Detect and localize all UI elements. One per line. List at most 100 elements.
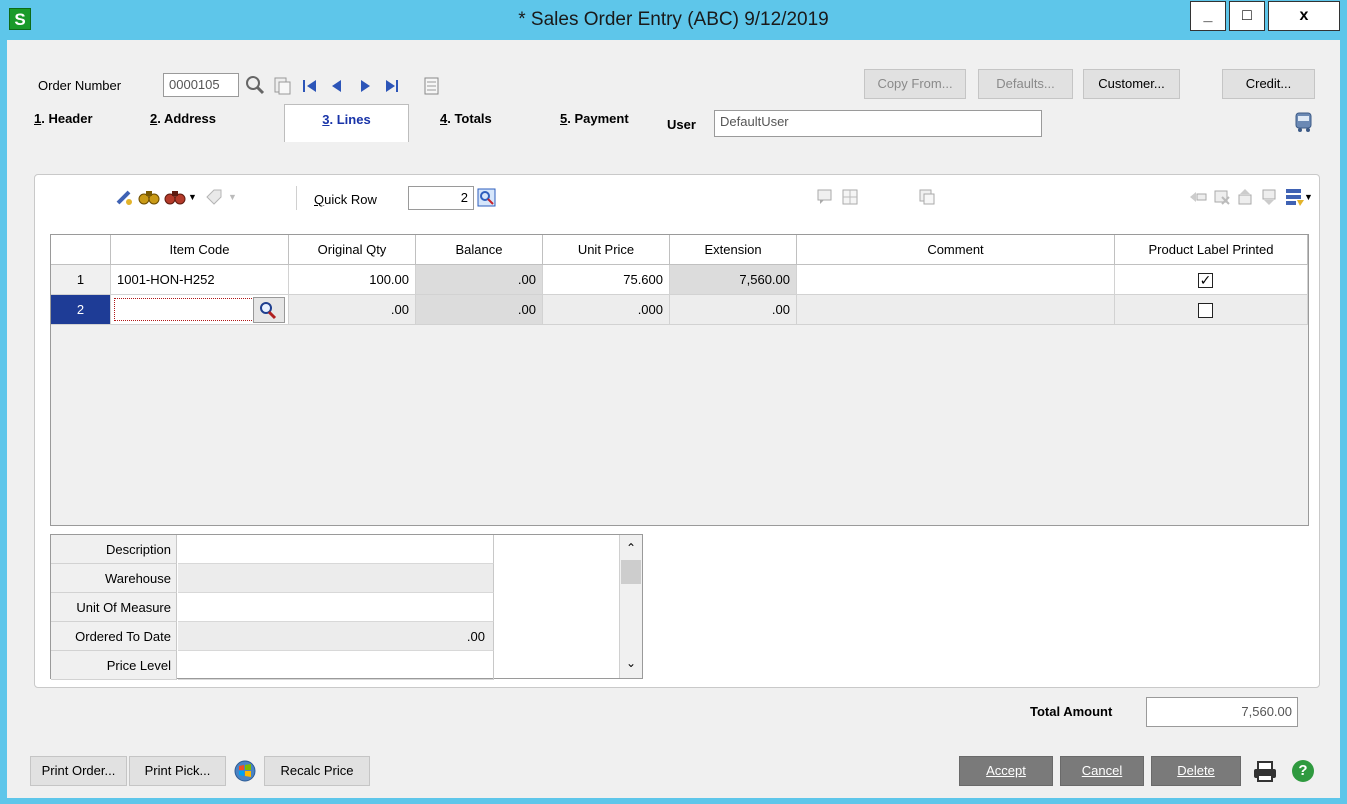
tab-totals[interactable]: 4. Totals [434, 104, 534, 134]
accept-button[interactable]: Accept [959, 756, 1053, 786]
customize-columns-icon[interactable] [1284, 186, 1306, 208]
column-header-comment[interactable]: Comment [797, 235, 1115, 265]
print-order-button[interactable]: Print Order... [30, 756, 127, 786]
help-icon[interactable]: ? [1292, 760, 1314, 782]
order-number-field[interactable]: 0000105 [163, 73, 239, 97]
title-bar [0, 0, 1347, 40]
price-level-label: Price Level [51, 651, 177, 680]
minimize-button[interactable]: _ [1190, 1, 1226, 31]
tab-header-label: . Header [41, 111, 93, 126]
customer-button[interactable]: Customer... [1083, 69, 1180, 99]
move-down-disabled-icon [1262, 189, 1276, 205]
check-icon: ✓ [1199, 272, 1212, 288]
copy-from-button[interactable]: Copy From... [864, 69, 966, 99]
price-level-value[interactable] [178, 651, 494, 680]
binoculars-red-icon[interactable] [164, 186, 186, 208]
minimize-icon: _ [1203, 7, 1213, 24]
binoculars-icon[interactable] [138, 186, 160, 208]
user-field[interactable]: DefaultUser [714, 110, 1042, 137]
unit-of-measure-value[interactable] [178, 593, 494, 622]
tab-lines-hotkey: 3 [322, 112, 330, 127]
windows-orb-icon[interactable] [233, 759, 257, 783]
column-header-balance[interactable]: Balance [416, 235, 543, 265]
ordered-to-date-label: Ordered To Date [51, 622, 177, 651]
unit-of-measure-label: Unit Of Measure [51, 593, 177, 622]
detail-scrollbar[interactable]: ⌃ ⌄ [619, 535, 642, 678]
label-printed-checkbox-checked[interactable]: ✓ [1198, 273, 1213, 288]
tab-lines-label: . Lines [329, 112, 371, 127]
label-printed-checkbox[interactable] [1198, 303, 1213, 318]
column-header-item-code[interactable]: Item Code [111, 235, 289, 265]
binoculars-dropdown-icon[interactable]: ▼ [188, 192, 197, 202]
delete-button[interactable]: Delete [1151, 756, 1241, 786]
first-record-icon[interactable] [302, 78, 318, 94]
accept-label: Accept [986, 763, 1026, 778]
item-code-input[interactable] [114, 298, 254, 321]
previous-record-icon[interactable] [329, 78, 345, 94]
row-number[interactable]: 1 [51, 265, 111, 295]
description-value[interactable] [178, 535, 494, 564]
notes-icon[interactable] [423, 76, 441, 96]
column-header-product-label-printed[interactable]: Product Label Printed [1115, 235, 1308, 265]
close-button[interactable]: x [1268, 1, 1340, 31]
user-label: User [667, 117, 696, 132]
credit-button[interactable]: Credit... [1222, 69, 1315, 99]
tab-totals-label: . Totals [447, 111, 492, 126]
comment-disabled-icon [817, 189, 832, 204]
tab-header[interactable]: 1. Header [28, 104, 132, 134]
column-header-extension[interactable]: Extension [670, 235, 797, 265]
extension-cell: 7,560.00 [670, 265, 797, 295]
unit-price-cell[interactable]: 75.600 [543, 265, 670, 295]
cancel-button[interactable]: Cancel [1060, 756, 1144, 786]
customize-dropdown-icon[interactable]: ▼ [1304, 192, 1313, 202]
delete-label: Delete [1177, 763, 1215, 778]
toolbar-separator [296, 186, 297, 210]
order-number-label: Order Number [38, 78, 122, 93]
tab-address[interactable]: 2. Address [144, 104, 269, 134]
item-code-cell[interactable]: 1001-HON-H252 [111, 265, 289, 295]
quick-row-field[interactable]: 2 [408, 186, 474, 210]
scroll-thumb[interactable] [621, 560, 641, 584]
tab-payment-label: . Payment [567, 111, 629, 126]
comment-cell[interactable] [797, 265, 1115, 295]
defaults-button[interactable]: Defaults... [978, 69, 1073, 99]
original-qty-cell[interactable]: .00 [289, 295, 416, 325]
unit-price-cell[interactable]: .000 [543, 295, 670, 325]
scroll-down-icon[interactable]: ⌄ [621, 654, 641, 676]
recalc-price-button[interactable]: Recalc Price [264, 756, 370, 786]
app-logo-icon[interactable]: S [9, 8, 31, 30]
search-icon[interactable] [244, 74, 266, 96]
maximize-button[interactable]: □ [1229, 1, 1265, 31]
total-amount-field: 7,560.00 [1146, 697, 1298, 727]
item-lookup-icon[interactable] [253, 297, 285, 323]
bus-icon[interactable] [1293, 111, 1315, 133]
column-header-original-qty[interactable]: Original Qty [289, 235, 416, 265]
next-record-icon[interactable] [357, 78, 373, 94]
tab-lines[interactable]: 3. Lines [284, 104, 409, 142]
tag-disabled-icon [206, 189, 222, 205]
quick-row-go-icon[interactable] [476, 187, 498, 209]
grid-corner [51, 235, 111, 265]
column-header-unit-price[interactable]: Unit Price [543, 235, 670, 265]
last-record-icon[interactable] [384, 78, 400, 94]
move-up-disabled-icon [1238, 189, 1252, 205]
total-amount-label: Total Amount [1030, 704, 1113, 719]
balance-cell: .00 [416, 295, 543, 325]
scroll-up-icon[interactable]: ⌃ [621, 536, 641, 558]
comment-cell[interactable] [797, 295, 1115, 325]
pencil-icon[interactable] [114, 187, 134, 207]
tab-payment[interactable]: 5. Payment [554, 104, 662, 134]
balance-cell: .00 [416, 265, 543, 295]
close-icon: x [1299, 7, 1309, 24]
grid-disabled-icon [842, 189, 858, 205]
document-copy-icon[interactable] [272, 76, 292, 96]
delete-row-disabled-icon [1214, 190, 1230, 205]
print-pick-button[interactable]: Print Pick... [129, 756, 226, 786]
warehouse-label: Warehouse [51, 564, 177, 593]
original-qty-cell[interactable]: 100.00 [289, 265, 416, 295]
quick-row-label: Quick Row [314, 192, 377, 207]
row-number-selected[interactable]: 2 [51, 295, 111, 325]
warehouse-value[interactable] [178, 564, 494, 593]
printer-icon[interactable] [1252, 760, 1278, 784]
line-detail-panel: Description Warehouse Unit Of Measure Or… [50, 534, 643, 680]
